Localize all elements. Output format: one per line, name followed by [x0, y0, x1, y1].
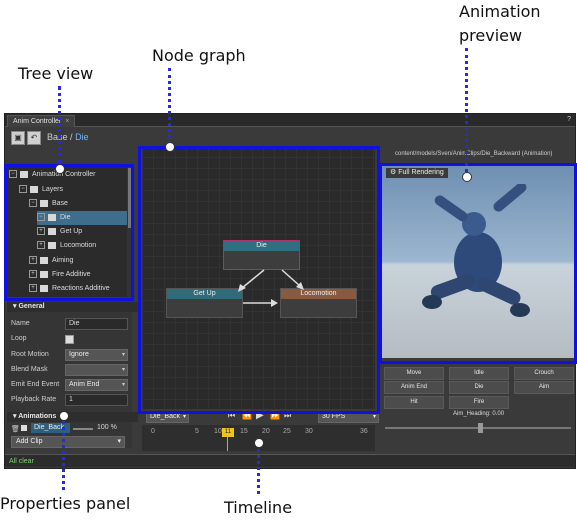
leader-end-timeline [254, 438, 264, 448]
tab-anim-controller[interactable]: Anim Controller × [7, 115, 76, 127]
loop-checkbox[interactable] [65, 335, 74, 344]
animation-preview-highlight [379, 163, 577, 364]
playback-rate-field[interactable]: 1 [65, 394, 128, 406]
leader-tree-view [58, 86, 61, 164]
tab-title: Anim Controller [13, 118, 62, 125]
crouch-button[interactable]: Crouch [514, 367, 574, 380]
animations-section-header[interactable]: ▾ Animations [7, 412, 138, 422]
clip-weight-slider[interactable] [73, 428, 93, 430]
aim-heading-slider[interactable] [385, 423, 571, 433]
playback-rate-label: Playback Rate [11, 396, 57, 403]
general-section-header[interactable]: ▾ General [7, 302, 138, 312]
status-bar: All clear [5, 454, 575, 467]
callout-tree-view: Tree view [18, 64, 94, 83]
tree-view-highlight [4, 164, 134, 301]
save-icon[interactable]: ▣ [11, 131, 25, 145]
fire-button[interactable]: Fire [449, 396, 509, 409]
die-button[interactable]: Die [449, 381, 509, 394]
aim-heading-thumb[interactable] [478, 423, 483, 433]
callout-animation-preview: Animation preview [459, 2, 541, 45]
name-field[interactable]: Die [65, 318, 128, 330]
callout-timeline: Timeline [224, 498, 293, 517]
timeline-tick: 30 [305, 428, 313, 435]
leader-timeline [257, 442, 260, 494]
toolbar: ▣ ↶ Base / Die [5, 127, 575, 147]
clip-checkbox[interactable] [21, 425, 27, 431]
emit-end-label: Emit End Event [11, 381, 60, 388]
aim-button[interactable]: Aim [514, 381, 574, 394]
playhead-line [227, 437, 228, 451]
undo-icon[interactable]: ↶ [27, 131, 41, 145]
breadcrumb-separator: / [70, 132, 73, 142]
root-motion-select[interactable]: Ignore [65, 349, 128, 361]
callout-node-graph: Node graph [152, 46, 246, 65]
leader-end-properties-panel [59, 411, 69, 421]
hit-button[interactable]: Hit [384, 396, 444, 409]
timeline-tick: 10 [214, 428, 222, 435]
blend-mask-label: Blend Mask [11, 366, 48, 373]
name-label: Name [11, 320, 30, 327]
leader-properties-panel [62, 416, 65, 490]
aim-heading-label: Aim_Heading: 0.00 [453, 411, 505, 417]
tab-bar: Anim Controller × ? [5, 114, 575, 127]
loop-label: Loop [11, 335, 27, 342]
leader-node-graph [168, 68, 171, 144]
leader-end-animation-preview [462, 172, 472, 182]
leader-end-node-graph [165, 142, 175, 152]
clip-percent: 100 % [97, 424, 117, 431]
idle-button[interactable]: Idle [449, 367, 509, 380]
help-icon[interactable]: ? [567, 114, 571, 126]
root-motion-label: Root Motion [11, 351, 49, 358]
delete-icon[interactable]: 🗑 [11, 425, 20, 433]
breadcrumb: Base / Die [47, 132, 89, 142]
close-icon[interactable]: × [65, 118, 69, 125]
timeline-tick: 15 [240, 428, 248, 435]
current-frame-marker[interactable]: 11 [222, 428, 234, 437]
leader-animation-preview [465, 48, 468, 172]
move-button[interactable]: Move [384, 367, 444, 380]
timeline-end: 36 [360, 428, 368, 435]
properties-panel: ▾ General Name Die Loop Root Motion Igno… [7, 300, 138, 448]
node-graph-highlight [138, 146, 380, 414]
breadcrumb-current: Die [75, 132, 89, 142]
emit-end-select[interactable]: Anim End [65, 379, 128, 391]
leader-end-tree-view [55, 164, 65, 174]
timeline-tick: 5 [195, 428, 199, 435]
preview-path: content/models/Sven/AnimClips/Die_Backwa… [395, 151, 553, 157]
blend-mask-select[interactable] [65, 364, 128, 376]
timeline-tick: 25 [283, 428, 291, 435]
timeline-tick: 20 [262, 428, 270, 435]
timeline-start: 0 [151, 428, 155, 435]
callout-properties-panel: Properties panel [0, 494, 131, 513]
add-clip-select[interactable]: Add Clip ▾ [11, 436, 125, 448]
anim-end-button[interactable]: Anim End [384, 381, 444, 394]
